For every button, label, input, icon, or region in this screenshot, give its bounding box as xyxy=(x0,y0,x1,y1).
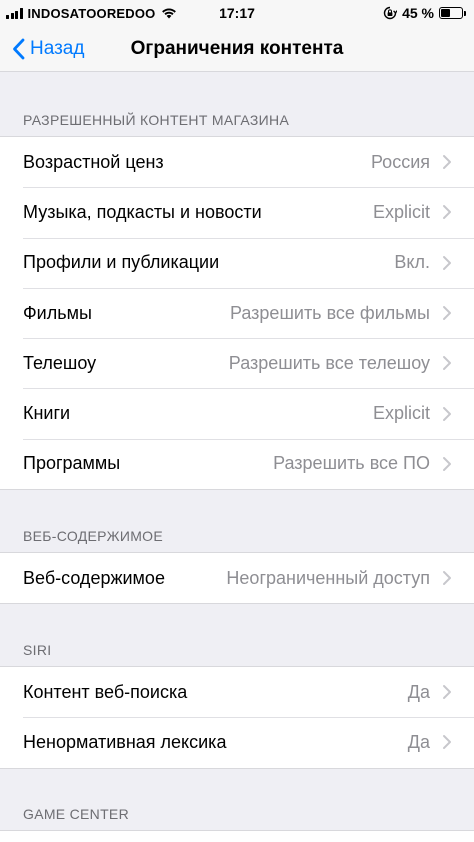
row-label: Веб-содержимое xyxy=(23,567,165,588)
row-label: Ненормативная лексика xyxy=(23,731,227,752)
row-label: Программы xyxy=(23,453,121,474)
back-button-label: Назад xyxy=(30,38,85,59)
chevron-right-icon xyxy=(443,571,451,586)
row-label: Телешоу xyxy=(23,352,97,373)
setting-row-movies[interactable]: Фильмы Разрешить все фильмы xyxy=(0,287,474,338)
setting-row-web-search-content[interactable]: Контент веб-поиска Да xyxy=(0,667,474,717)
row-value: Россия xyxy=(370,151,430,172)
chevron-right-icon xyxy=(443,205,451,220)
chevron-right-icon xyxy=(443,685,451,700)
setting-row-tv-shows[interactable]: Телешоу Разрешить все телешоу xyxy=(0,338,474,388)
setting-row-web-content[interactable]: Веб-содержимое Неограниченный доступ xyxy=(0,553,474,603)
row-value: Explicit xyxy=(372,403,430,424)
screen: INDOSATOOREDOO 17:17 45 % Назад Ограниче… xyxy=(0,0,474,842)
chevron-right-icon xyxy=(443,735,451,750)
row-label: Книги xyxy=(23,403,71,424)
section-header-game-center: GAME CENTER xyxy=(23,806,129,822)
chevron-right-icon xyxy=(443,456,451,471)
row-label: Профили и публикации xyxy=(23,252,220,273)
settings-group-web-content: Веб-содержимое Неограниченный доступ xyxy=(0,552,474,605)
chevron-right-icon xyxy=(443,356,451,371)
row-label: Музыка, подкасты и новости xyxy=(23,201,262,222)
wifi-icon xyxy=(161,8,176,19)
row-value: Да xyxy=(407,681,430,702)
row-value: Explicit xyxy=(372,201,430,222)
row-label: Фильмы xyxy=(23,302,92,323)
setting-row-books[interactable]: Книги Explicit xyxy=(0,388,474,438)
row-value: Разрешить все фильмы xyxy=(229,302,430,323)
row-label: Возрастной ценз xyxy=(23,151,164,172)
chevron-right-icon xyxy=(443,406,451,421)
row-value: Разрешить все телешоу xyxy=(228,352,430,373)
chevron-right-icon xyxy=(443,306,451,321)
carrier-name: INDOSATOOREDOO xyxy=(27,5,156,21)
setting-row-profiles-posts[interactable]: Профили и публикации Вкл. xyxy=(0,237,474,288)
section-header-web-content: ВЕБ-СОДЕРЖИМОЕ xyxy=(23,528,163,544)
battery-icon xyxy=(439,7,466,19)
status-bar: INDOSATOOREDOO 17:17 45 % xyxy=(0,0,474,26)
row-value: Да xyxy=(407,731,430,752)
navigation-bar: Назад Ограничения контента xyxy=(0,26,474,72)
orientation-lock-icon xyxy=(383,6,398,20)
row-value: Разрешить все ПО xyxy=(273,453,430,474)
row-value: Вкл. xyxy=(394,252,430,273)
setting-row-apps[interactable]: Программы Разрешить все ПО xyxy=(0,438,474,489)
chevron-right-icon xyxy=(443,155,451,170)
row-label: Контент веб-поиска xyxy=(23,681,188,702)
chevron-right-icon xyxy=(443,255,451,270)
section-header-store-content: РАЗРЕШЕННЫЙ КОНТЕНТ МАГАЗИНА xyxy=(23,112,290,128)
section-header-siri: SIRI xyxy=(23,642,52,658)
setting-row-age-rating[interactable]: Возрастной ценз Россия xyxy=(0,137,474,187)
settings-group-store-content: Возрастной ценз Россия Музыка, подкасты … xyxy=(0,136,474,491)
battery-percent: 45 % xyxy=(402,5,434,21)
setting-row-music-podcasts-news[interactable]: Музыка, подкасты и новости Explicit xyxy=(0,187,474,237)
row-value: Неограниченный доступ xyxy=(226,567,430,588)
setting-row-explicit-language[interactable]: Ненормативная лексика Да xyxy=(0,717,474,767)
back-button[interactable]: Назад xyxy=(12,34,84,64)
chevron-left-icon xyxy=(13,38,25,60)
signal-strength-icon xyxy=(6,7,23,19)
settings-group-game-center xyxy=(0,830,474,842)
settings-group-siri: Контент веб-поиска Да Ненормативная лекс… xyxy=(0,666,474,769)
